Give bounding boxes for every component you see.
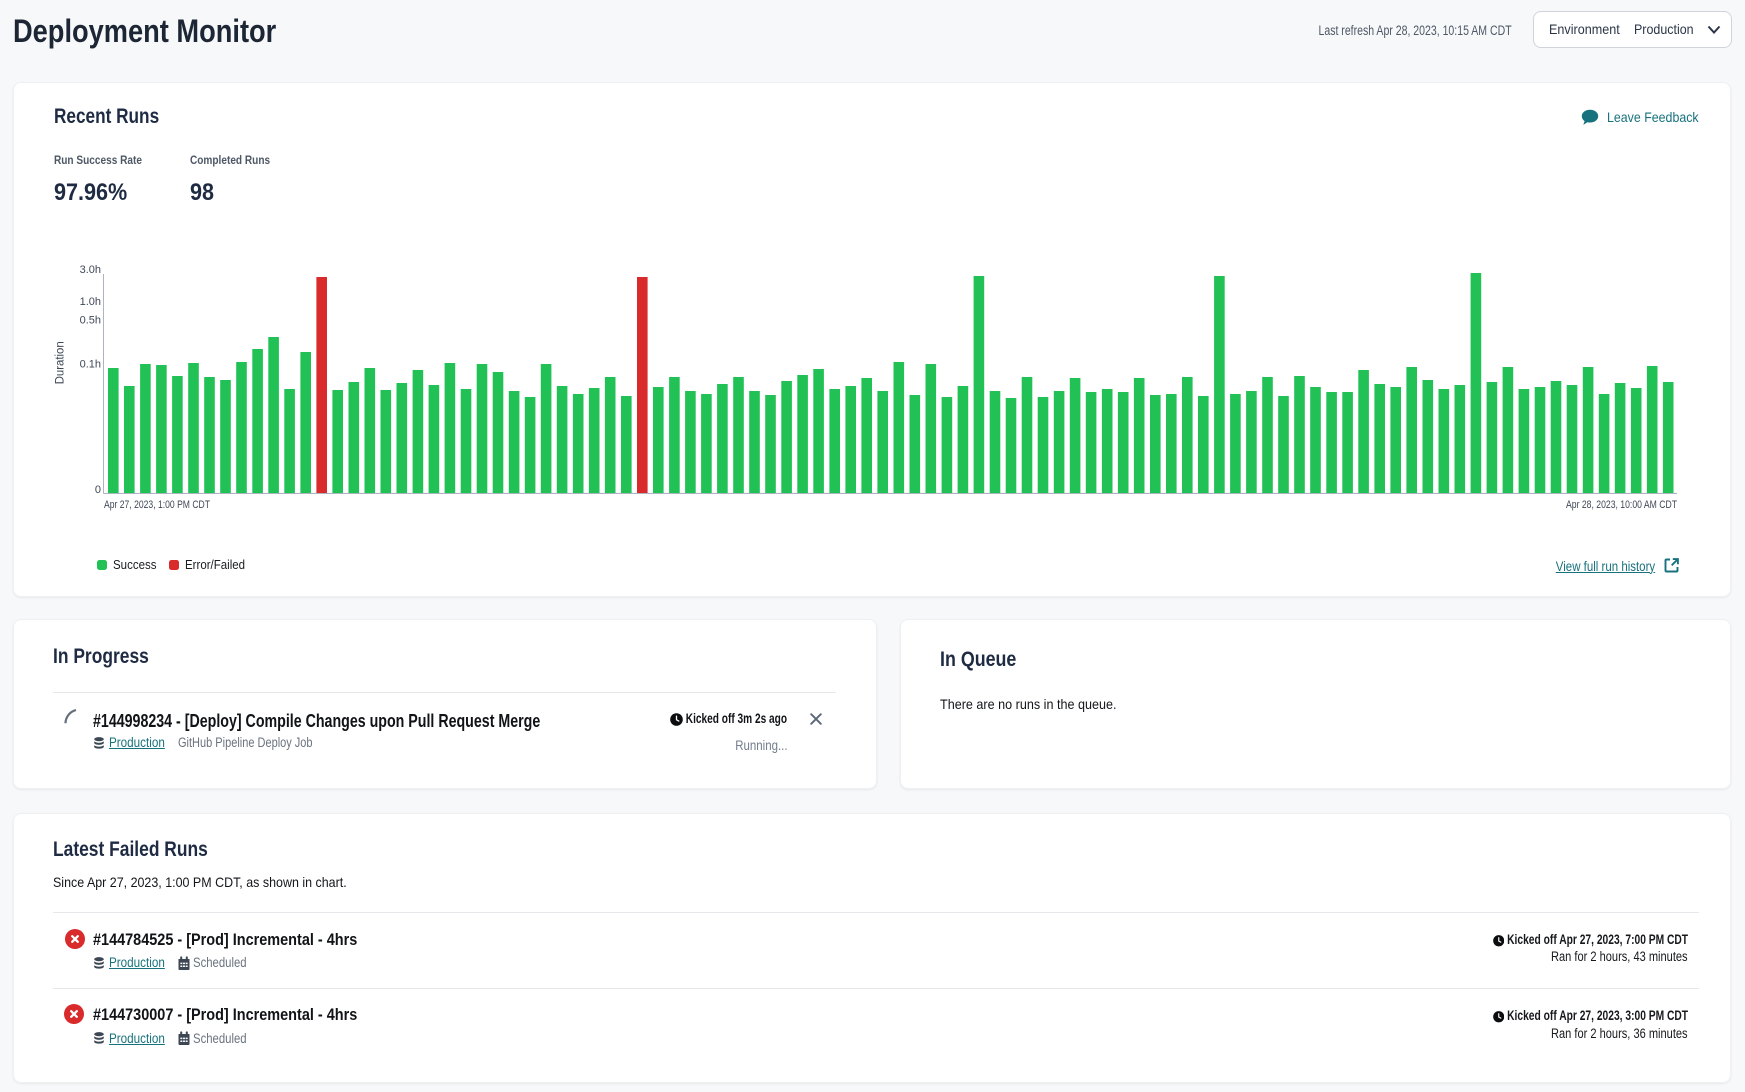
svg-text:Apr 27, 2023, 1:00 PM CDT: Apr 27, 2023, 1:00 PM CDT bbox=[104, 499, 210, 511]
svg-text:Duration: Duration bbox=[54, 341, 66, 384]
svg-text:Apr 28, 2023, 10:00 AM CDT: Apr 28, 2023, 10:00 AM CDT bbox=[1566, 499, 1677, 511]
svg-text:0: 0 bbox=[95, 484, 101, 496]
svg-text:1.0h: 1.0h bbox=[80, 296, 101, 308]
svg-text:0.1h: 0.1h bbox=[80, 358, 101, 370]
svg-text:0.5h: 0.5h bbox=[80, 315, 101, 327]
svg-text:3.0h: 3.0h bbox=[80, 264, 101, 276]
